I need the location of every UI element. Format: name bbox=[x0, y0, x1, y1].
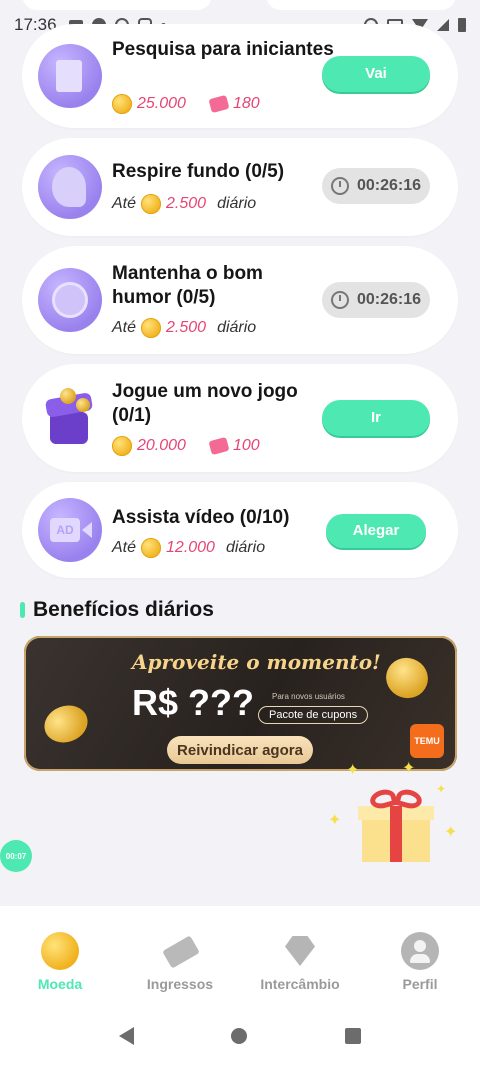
partial-card bbox=[266, 0, 456, 10]
timer-value: 00:26:16 bbox=[356, 291, 422, 308]
cooldown-timer: 00:26:16 bbox=[322, 282, 430, 318]
mood-icon bbox=[38, 268, 102, 332]
nav-item-exchange[interactable]: Intercâmbio bbox=[250, 932, 350, 992]
banner-headline: Aproveite o momento! bbox=[132, 650, 381, 674]
cooldown-timer: 00:26:16 bbox=[322, 168, 430, 204]
daily-label: diário bbox=[217, 319, 257, 336]
go-button[interactable]: Vai bbox=[322, 56, 430, 92]
bottom-nav: Moeda Ingressos Intercâmbio Perfil bbox=[0, 906, 480, 1006]
task-card: Jogue um novo jogo (0/1) 20.000 100 Ir bbox=[22, 364, 458, 472]
profile-icon bbox=[401, 932, 439, 970]
promo-banner[interactable]: Aproveite o momento! R$ ??? Para novos u… bbox=[24, 636, 457, 771]
partial-card bbox=[22, 0, 212, 10]
video-ad-icon: AD bbox=[38, 498, 102, 562]
section-title: Benefícios diários bbox=[33, 598, 214, 621]
sparkle-icon: ✦ bbox=[436, 782, 447, 796]
nav-label: Intercâmbio bbox=[260, 976, 340, 992]
coin-amount: 2.500 bbox=[166, 319, 207, 336]
banner-coupon-label: Pacote de cupons bbox=[258, 706, 369, 724]
coin-icon bbox=[141, 194, 162, 214]
coin-amount: 12.000 bbox=[166, 539, 215, 556]
coin-amount: 2.500 bbox=[166, 195, 207, 212]
up-to-label: Até bbox=[112, 195, 137, 212]
floating-reward-timer[interactable]: 00:07 bbox=[0, 840, 32, 872]
back-icon[interactable] bbox=[118, 1027, 134, 1045]
diamond-icon bbox=[281, 932, 319, 970]
breathe-icon bbox=[38, 155, 102, 219]
task-title: Pesquisa para iniciantes bbox=[112, 39, 334, 60]
task-title: Mantenha o bom humor (0/5) bbox=[112, 263, 263, 308]
ticket-icon bbox=[208, 436, 230, 456]
sparkle-icon: ✦ bbox=[444, 824, 458, 841]
coin-decoration bbox=[39, 699, 93, 749]
daily-label: diário bbox=[217, 195, 257, 212]
go-button[interactable]: Ir bbox=[322, 400, 430, 436]
survey-icon bbox=[38, 44, 102, 108]
ticket-icon bbox=[161, 932, 200, 970]
section-header: Benefícios diários bbox=[20, 598, 214, 622]
nav-item-tickets[interactable]: Ingressos bbox=[130, 932, 230, 992]
nav-label: Ingressos bbox=[146, 976, 214, 992]
banner-note: Para novos usuários bbox=[272, 692, 345, 701]
ticket-icon bbox=[208, 94, 230, 114]
task-card: AD Assista vídeo (0/10) Até 12.000 diári… bbox=[22, 482, 458, 578]
task-card: Respire fundo (0/5) Até 2.500 diário 00:… bbox=[22, 138, 458, 236]
signal-icon bbox=[437, 19, 449, 31]
system-nav-bar bbox=[0, 1006, 480, 1066]
gift-icon[interactable] bbox=[358, 786, 434, 864]
ticket-amount: 180 bbox=[232, 95, 260, 112]
nav-label: Moeda bbox=[37, 976, 83, 992]
clock-icon bbox=[330, 177, 349, 195]
task-title: Respire fundo (0/5) bbox=[112, 161, 285, 182]
task-card: Mantenha o bom humor (0/5) Até 2.500 diá… bbox=[22, 246, 458, 354]
up-to-label: Até bbox=[112, 319, 137, 336]
coin-amount: 20.000 bbox=[137, 437, 186, 454]
sparkle-icon: ✦ bbox=[346, 762, 360, 779]
coin-icon bbox=[141, 318, 162, 338]
coin-icon bbox=[112, 94, 132, 114]
coin-icon bbox=[112, 436, 132, 456]
daily-label: diário bbox=[225, 539, 266, 556]
sparkle-icon: ✦ bbox=[402, 760, 416, 777]
sparkle-icon: ✦ bbox=[328, 812, 342, 829]
timer-value: 00:26:16 bbox=[356, 177, 422, 194]
coin-decoration bbox=[380, 652, 434, 704]
recents-icon[interactable] bbox=[345, 1028, 362, 1044]
task-title: Assista vídeo (0/10) bbox=[112, 507, 290, 528]
claim-button[interactable]: Alegar bbox=[326, 514, 426, 548]
clock-icon bbox=[330, 291, 349, 309]
home-icon[interactable] bbox=[231, 1028, 248, 1044]
ticket-amount: 100 bbox=[232, 437, 260, 454]
temu-logo: TEMU bbox=[410, 724, 444, 758]
coin-icon bbox=[141, 538, 162, 558]
game-chest-icon bbox=[38, 384, 102, 448]
section-accent-bar bbox=[20, 602, 25, 618]
claim-now-button[interactable]: Reivindicar agora bbox=[167, 736, 313, 764]
nav-label: Perfil bbox=[402, 976, 438, 992]
coin-amount: 25.000 bbox=[137, 95, 186, 112]
nav-item-coin[interactable]: Moeda bbox=[10, 932, 110, 992]
battery-icon bbox=[458, 18, 466, 32]
task-card: Pesquisa para iniciantes 25.000 180 Vai bbox=[22, 24, 458, 128]
banner-price: R$ ??? bbox=[132, 682, 254, 723]
coin-icon bbox=[41, 932, 79, 970]
up-to-label: Até bbox=[112, 539, 137, 556]
nav-item-profile[interactable]: Perfil bbox=[370, 932, 470, 992]
task-title: Jogue um novo jogo (0/1) bbox=[112, 381, 298, 426]
